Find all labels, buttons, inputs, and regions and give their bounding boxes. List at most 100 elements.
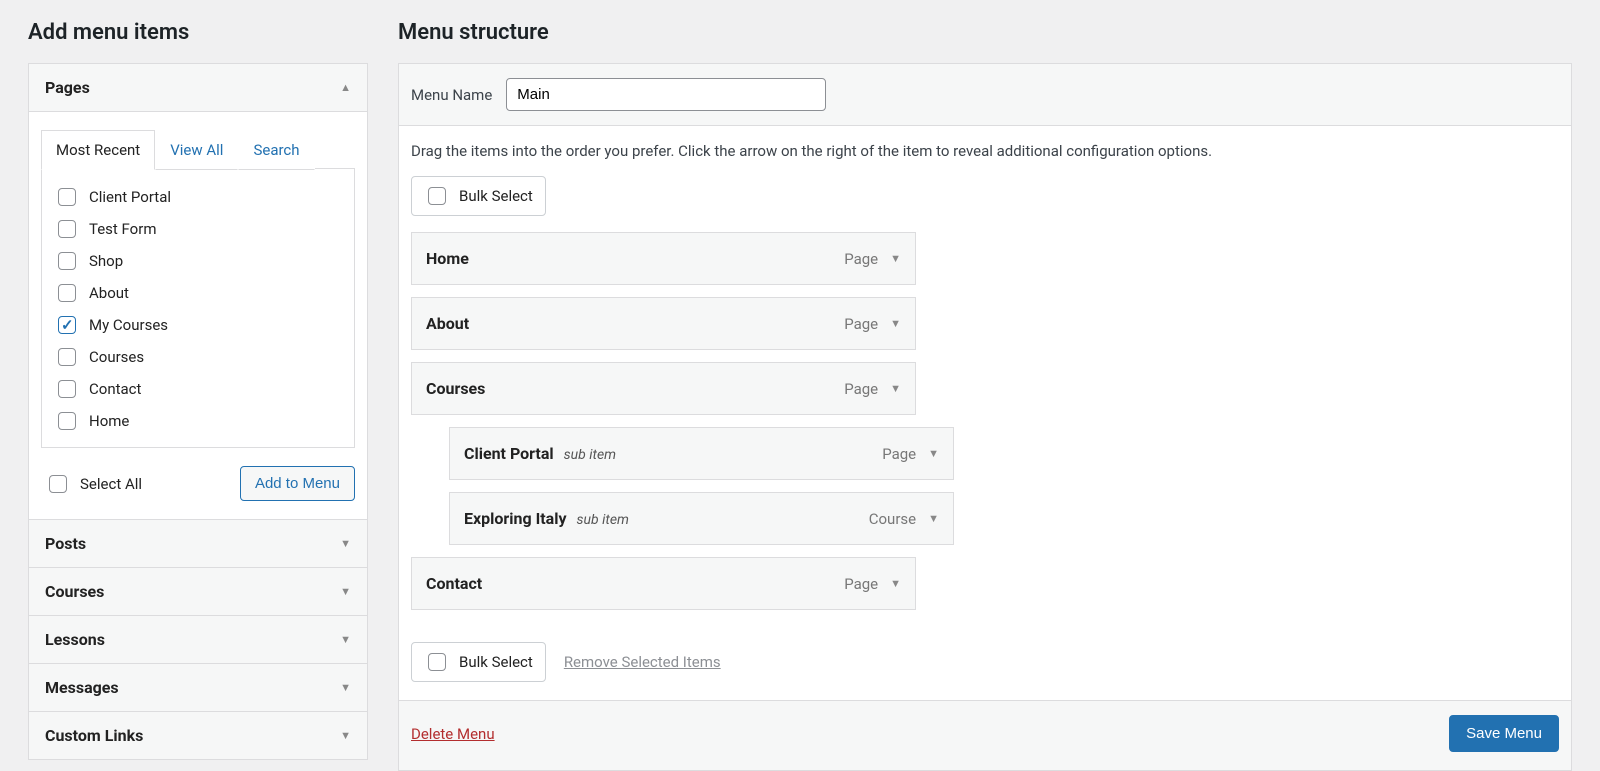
page-item-checkbox[interactable] (58, 380, 76, 398)
menu-item[interactable]: Courses Page ▼ (411, 362, 916, 415)
menu-item-title: Contact (426, 574, 482, 593)
page-item-checkbox[interactable] (58, 188, 76, 206)
chevron-up-icon: ▲ (340, 81, 351, 94)
chevron-down-icon[interactable]: ▼ (928, 512, 939, 525)
accordion-pages-title: Pages (45, 78, 90, 97)
page-item[interactable]: About (52, 277, 344, 309)
page-item[interactable]: Courses (52, 341, 344, 373)
chevron-down-icon[interactable]: ▼ (890, 382, 901, 395)
menu-item[interactable]: Client Portal sub item Page ▼ (449, 427, 954, 480)
page-item-checkbox[interactable] (58, 348, 76, 366)
page-item-checkbox[interactable] (58, 316, 76, 334)
menu-name-input[interactable] (506, 78, 826, 111)
menu-item[interactable]: Home Page ▼ (411, 232, 916, 285)
accordion-posts: Posts ▼ (28, 520, 368, 568)
page-item-label: Courses (89, 348, 144, 366)
save-menu-button[interactable]: Save Menu (1449, 715, 1559, 752)
page-item[interactable]: Test Form (52, 213, 344, 245)
page-item[interactable]: Home (52, 405, 344, 437)
page-item-label: Shop (89, 252, 123, 270)
chevron-down-icon: ▼ (340, 729, 351, 742)
page-item-checkbox[interactable] (58, 284, 76, 302)
accordion-custom-links: Custom Links ▼ (28, 712, 368, 760)
menu-item-type: Course (869, 510, 916, 528)
pages-list: Client Portal Test Form Shop About My Course… (52, 181, 344, 437)
page-item[interactable]: Client Portal (52, 181, 344, 213)
menu-item-title: About (426, 314, 469, 333)
chevron-down-icon: ▼ (340, 633, 351, 646)
menu-item-type: Page (844, 380, 878, 398)
remove-selected-link[interactable]: Remove Selected Items (564, 653, 721, 671)
accordion-pages: Pages ▲ Most Recent View All Search Clie… (28, 63, 368, 520)
add-menu-items-heading: Add menu items (28, 20, 368, 45)
page-item-label: My Courses (89, 316, 168, 334)
page-item[interactable]: My Courses (52, 309, 344, 341)
bulk-select-bottom-label: Bulk Select (459, 653, 533, 671)
menu-item-type: Page (844, 315, 878, 333)
bulk-select-top-checkbox[interactable] (428, 187, 446, 205)
chevron-down-icon[interactable]: ▼ (890, 577, 901, 590)
select-all-checkbox[interactable] (49, 475, 67, 493)
menu-item-title: Courses (426, 379, 485, 398)
menu-item-subnote: sub item (564, 447, 616, 463)
tab-most-recent[interactable]: Most Recent (41, 130, 155, 170)
chevron-down-icon[interactable]: ▼ (890, 252, 901, 265)
add-to-menu-button[interactable]: Add to Menu (240, 466, 355, 501)
bulk-select-bottom[interactable]: Bulk Select (411, 642, 546, 682)
delete-menu-link[interactable]: Delete Menu (411, 725, 495, 743)
select-all-row[interactable]: Select All (43, 468, 144, 500)
chevron-down-icon: ▼ (340, 681, 351, 694)
chevron-down-icon: ▼ (340, 585, 351, 598)
page-item-label: Test Form (89, 220, 156, 238)
menu-structure-heading: Menu structure (398, 20, 1572, 45)
accordion-lessons-title: Lessons (45, 630, 105, 649)
accordion-messages-title: Messages (45, 678, 119, 697)
chevron-down-icon[interactable]: ▼ (890, 317, 901, 330)
page-item[interactable]: Shop (52, 245, 344, 277)
accordion-lessons-header[interactable]: Lessons ▼ (29, 616, 367, 663)
bulk-select-top-label: Bulk Select (459, 187, 533, 205)
menu-item-type: Page (844, 250, 878, 268)
accordion-messages: Messages ▼ (28, 664, 368, 712)
accordion-posts-header[interactable]: Posts ▼ (29, 520, 367, 567)
tab-view-all[interactable]: View All (155, 130, 238, 170)
menu-item-type: Page (882, 445, 916, 463)
bulk-select-bottom-checkbox[interactable] (428, 653, 446, 671)
accordion-custom-links-title: Custom Links (45, 726, 143, 745)
page-item-label: Client Portal (89, 188, 171, 206)
select-all-label: Select All (80, 475, 142, 493)
menu-item-title: Home (426, 249, 469, 268)
menu-name-bar: Menu Name (399, 64, 1571, 126)
page-item-label: Contact (89, 380, 141, 398)
accordion-courses-title: Courses (45, 582, 104, 601)
menu-item[interactable]: About Page ▼ (411, 297, 916, 350)
menu-item[interactable]: Contact Page ▼ (411, 557, 916, 610)
chevron-down-icon: ▼ (340, 537, 351, 550)
accordion-courses: Courses ▼ (28, 568, 368, 616)
menu-instructions: Drag the items into the order you prefer… (399, 126, 1571, 176)
pages-tabs: Most Recent View All Search (41, 130, 355, 169)
page-item[interactable]: Contact (52, 373, 344, 405)
menu-item[interactable]: Exploring Italy sub item Course ▼ (449, 492, 954, 545)
menu-item-title: Exploring Italy (464, 509, 567, 528)
menu-name-label: Menu Name (411, 86, 492, 104)
accordion-custom-links-header[interactable]: Custom Links ▼ (29, 712, 367, 759)
bulk-select-top[interactable]: Bulk Select (411, 176, 546, 216)
menu-item-title: Client Portal (464, 444, 554, 463)
page-item-label: Home (89, 412, 129, 430)
page-item-checkbox[interactable] (58, 220, 76, 238)
page-item-label: About (89, 284, 129, 302)
menu-items-list: HomePage▼AboutPage▼CoursesPage▼Client Po… (399, 232, 1571, 630)
chevron-down-icon[interactable]: ▼ (928, 447, 939, 460)
tab-search[interactable]: Search (238, 130, 314, 170)
page-item-checkbox[interactable] (58, 412, 76, 430)
menu-item-subnote: sub item (577, 512, 629, 528)
menu-item-type: Page (844, 575, 878, 593)
menu-structure-box: Menu Name Drag the items into the order … (398, 63, 1572, 771)
accordion-messages-header[interactable]: Messages ▼ (29, 664, 367, 711)
accordion-courses-header[interactable]: Courses ▼ (29, 568, 367, 615)
page-item-checkbox[interactable] (58, 252, 76, 270)
accordion-pages-header[interactable]: Pages ▲ (29, 64, 367, 112)
accordion-posts-title: Posts (45, 534, 86, 553)
accordion-lessons: Lessons ▼ (28, 616, 368, 664)
